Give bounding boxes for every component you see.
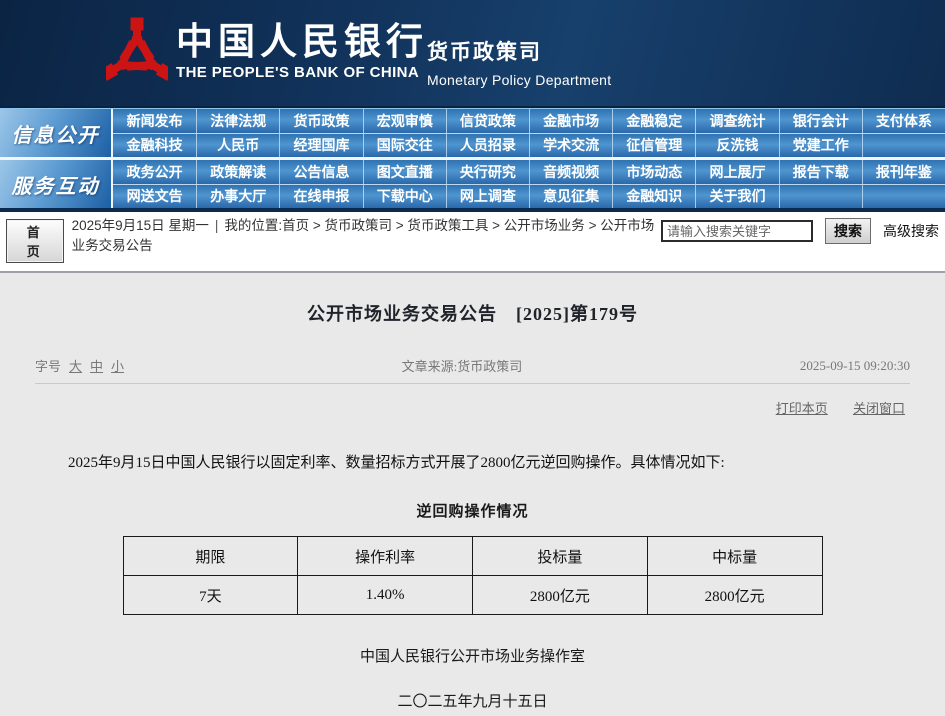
breadcrumb-separator: |	[214, 218, 219, 233]
nav-item-yinpinshipin[interactable]: 音频视频	[529, 160, 612, 184]
nav-label-services: 服务互动	[0, 160, 113, 208]
bank-name-block: 中国人民银行 THE PEOPLE'S BANK OF CHINA	[176, 24, 428, 81]
bank-name-en: THE PEOPLE'S BANK OF CHINA	[176, 64, 420, 81]
nav-item-empty	[861, 133, 945, 157]
bank-name-cn: 中国人民银行	[176, 22, 428, 63]
nav-item-gonggaoxinxi[interactable]: 公告信息	[279, 160, 362, 184]
article-meta-row: 字号 大 中 小 文章来源:货币政策司 2025-09-15 09:20:30	[35, 356, 910, 384]
article-signature: 中国人民银行公开市场业务操作室	[359, 649, 585, 665]
nav-item-guanyuwomen[interactable]: 关于我们	[695, 184, 778, 208]
col-header-awarded-volume: 中标量	[646, 536, 823, 576]
cell-awarded-volume: 2800亿元	[646, 575, 823, 615]
nav-label-info-disclosure: 信息公开	[0, 109, 113, 157]
nav-item-hongguanshenshen[interactable]: 宏观审慎	[362, 109, 446, 133]
nav-line: 政务公开 政策解读 公告信息 图文直播 央行研究 音频视频 市场动态 网上展厅 …	[113, 160, 945, 184]
cell-rate: 1.40%	[297, 575, 473, 615]
nav-item-yinhangkuaiji[interactable]: 银行会计	[778, 109, 862, 133]
nav-menu-info-disclosure: 新闻发布 法律法规 货币政策 宏观审慎 信贷政策 金融市场 金融稳定 调查统计 …	[113, 109, 945, 157]
nav-item-xinwenfabu[interactable]: 新闻发布	[113, 109, 196, 133]
table-row: 7天 1.40% 2800亿元 2800亿元	[122, 575, 823, 615]
nav-item-huobizhengce[interactable]: 货币政策	[279, 109, 362, 133]
nav-item-xiazaizhongxin[interactable]: 下载中心	[362, 184, 446, 208]
main-nav: 信息公开 新闻发布 法律法规 货币政策 宏观审慎 信贷政策 金融市场 金融稳定 …	[0, 108, 945, 212]
pboc-logo-icon	[106, 16, 168, 90]
font-size-label: 字号	[35, 359, 62, 374]
nav-item-baogaoxiazai[interactable]: 报告下载	[778, 160, 862, 184]
nav-item-shichangdongtai[interactable]: 市场动态	[612, 160, 695, 184]
article-body-paragraph: 2025年9月15日中国人民银行以固定利率、数量招标方式开展了2800亿元逆回购…	[68, 455, 725, 471]
site-header: 中国人民银行 THE PEOPLE'S BANK OF CHINA 货币政策司 …	[0, 0, 945, 108]
article-sign-date: 二〇二五年九月十五日	[397, 694, 548, 710]
operation-table-title: 逆回购操作情况	[416, 504, 529, 520]
col-header-rate: 操作利率	[297, 536, 473, 576]
nav-item-empty	[778, 184, 862, 208]
nav-item-fanxiqian[interactable]: 反洗钱	[695, 133, 778, 157]
font-size-large-link[interactable]: 大	[69, 356, 82, 375]
nav-item-wangsongwengao[interactable]: 网送文告	[113, 185, 196, 209]
nav-item-yanghangyanjiu[interactable]: 央行研究	[445, 160, 529, 184]
source-label: 文章来源:	[401, 359, 458, 374]
nav-section-services: 服务互动 政务公开 政策解读 公告信息 图文直播 央行研究 音频视频 市场动态 …	[0, 160, 945, 208]
print-page-link[interactable]: 打印本页	[776, 401, 828, 416]
nav-item-zhengxinguanli[interactable]: 征信管理	[612, 133, 695, 157]
article-source: 文章来源:货币政策司	[124, 356, 800, 375]
nav-item-xueshujiaoliu[interactable]: 学术交流	[529, 133, 612, 157]
close-window-link[interactable]: 关闭窗口	[853, 401, 905, 416]
nav-item-falvfagui[interactable]: 法律法规	[196, 109, 279, 133]
cell-bid-volume: 2800亿元	[472, 575, 648, 615]
search-button[interactable]: 搜索	[825, 218, 871, 244]
col-header-term: 期限	[122, 536, 299, 576]
breadcrumb: 2025年9月15日 星期一 | 我的位置:首页 > 货币政策司 > 货币政策工具 …	[72, 216, 661, 255]
nav-item-renyuanzhaolu[interactable]: 人员招录	[445, 133, 529, 157]
nav-item-xindaizhengce[interactable]: 信贷政策	[445, 109, 529, 133]
nav-line: 金融科技 人民币 经理国库 国际交往 人员招录 学术交流 征信管理 反洗钱 党建…	[113, 132, 945, 158]
department-name-cn: 货币政策司	[427, 41, 542, 64]
col-header-bid-volume: 投标量	[472, 536, 648, 576]
search-input[interactable]	[661, 220, 813, 242]
nav-item-jingliguoku[interactable]: 经理国库	[279, 133, 362, 157]
nav-line: 网送文告 办事大厅 在线申报 下载中心 网上调查 意见征集 金融知识 关于我们	[113, 183, 945, 209]
nav-item-guojijiaowang[interactable]: 国际交往	[362, 133, 446, 157]
cell-term: 7天	[122, 575, 299, 615]
nav-section-info-disclosure: 信息公开 新闻发布 法律法规 货币政策 宏观审慎 信贷政策 金融市场 金融稳定 …	[0, 109, 945, 157]
table-header-row: 期限 操作利率 投标量 中标量	[122, 536, 823, 576]
nav-menu-services: 政务公开 政策解读 公告信息 图文直播 央行研究 音频视频 市场动态 网上展厅 …	[113, 160, 945, 208]
nav-item-wangshangdiaocha[interactable]: 网上调查	[445, 184, 529, 208]
breadcrumb-date: 2025年9月15日 星期一	[71, 218, 209, 233]
department-name-en: Monetary Policy Department	[427, 72, 612, 88]
content-top-divider	[0, 271, 945, 273]
nav-item-dangjiangongzuo[interactable]: 党建工作	[778, 133, 862, 157]
nav-item-jinrongshichang[interactable]: 金融市场	[529, 109, 612, 133]
source-value: 货币政策司	[457, 359, 523, 374]
breadcrumb-bar: 首 页 2025年9月15日 星期一 | 我的位置:首页 > 货币政策司 > 货币政…	[0, 212, 945, 271]
font-size-controls: 字号 大 中 小	[35, 356, 124, 375]
department-block: 货币政策司 Monetary Policy Department	[427, 36, 611, 88]
article-datetime: 2025-09-15 09:20:30	[799, 357, 910, 373]
nav-item-zaixianshenbao[interactable]: 在线申报	[279, 184, 362, 208]
article-content: 公开市场业务交易公告 [2025]第179号 字号 大 中 小 文章来源:货币政…	[0, 300, 945, 716]
font-size-medium-link[interactable]: 中	[90, 356, 103, 375]
nav-item-diaochatongji[interactable]: 调查统计	[695, 109, 778, 133]
advanced-search-link[interactable]: 高级搜索	[883, 221, 939, 241]
nav-item-yijianzhengji[interactable]: 意见征集	[529, 184, 612, 208]
reverse-repo-table: 期限 操作利率 投标量 中标量 7天 1.40% 2800亿元 2800亿元	[122, 536, 823, 615]
nav-item-zhengcejiedu[interactable]: 政策解读	[196, 160, 279, 184]
nav-item-jinrongzhishi[interactable]: 金融知识	[612, 184, 695, 208]
nav-item-wangshangzhanting[interactable]: 网上展厅	[695, 160, 778, 184]
nav-item-tuwenzhibo[interactable]: 图文直播	[362, 160, 446, 184]
search-area: 搜索 高级搜索	[661, 216, 939, 244]
home-button[interactable]: 首 页	[6, 219, 64, 263]
nav-item-zhengwugongkai[interactable]: 政务公开	[113, 160, 196, 184]
nav-item-empty	[861, 184, 945, 208]
nav-item-zhifutixi[interactable]: 支付体系	[861, 109, 945, 133]
article-title: 公开市场业务交易公告 [2025]第179号	[307, 304, 638, 324]
font-size-small-link[interactable]: 小	[111, 356, 124, 375]
nav-item-jinrongkeji[interactable]: 金融科技	[113, 134, 196, 158]
nav-item-baokannianjian[interactable]: 报刊年鉴	[861, 160, 945, 184]
article-actions-top: 打印本页 关闭窗口	[0, 398, 905, 417]
nav-item-renminbi[interactable]: 人民币	[196, 133, 279, 157]
nav-item-banshidating[interactable]: 办事大厅	[196, 184, 279, 208]
nav-line: 新闻发布 法律法规 货币政策 宏观审慎 信贷政策 金融市场 金融稳定 调查统计 …	[113, 109, 945, 133]
nav-item-jinrongwending[interactable]: 金融稳定	[612, 109, 695, 133]
